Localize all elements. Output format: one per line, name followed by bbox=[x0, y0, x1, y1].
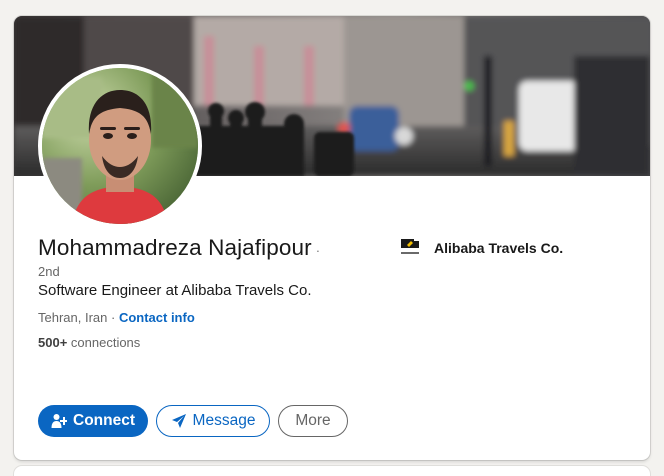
location-row: Tehran, Iran · Contact info bbox=[38, 310, 195, 325]
profile-card: Mohammadreza Najafipour · 2nd Software E… bbox=[14, 16, 650, 460]
profile-actions: Connect Message More bbox=[38, 405, 348, 437]
paper-plane-icon bbox=[171, 413, 187, 429]
contact-info-link[interactable]: Contact info bbox=[119, 310, 195, 325]
profile-location: Tehran, Iran bbox=[38, 310, 108, 325]
alibaba-logo-icon bbox=[398, 236, 422, 260]
connections-number: 500+ bbox=[38, 335, 68, 350]
connection-degree: 2nd bbox=[38, 264, 60, 279]
location-separator: · bbox=[107, 310, 119, 325]
message-label: Message bbox=[192, 412, 256, 429]
connect-button[interactable]: Connect bbox=[38, 405, 148, 437]
connections-count[interactable]: 500+ connections bbox=[38, 335, 140, 350]
message-button[interactable]: Message bbox=[156, 405, 270, 437]
profile-avatar[interactable] bbox=[38, 64, 202, 228]
profile-name: Mohammadreza Najafipour bbox=[38, 235, 312, 260]
more-label: More bbox=[295, 412, 331, 429]
current-company[interactable]: Alibaba Travels Co. bbox=[398, 236, 563, 260]
name-separator: · bbox=[315, 243, 321, 258]
more-button[interactable]: More bbox=[278, 405, 348, 437]
name-row: Mohammadreza Najafipour · bbox=[38, 235, 320, 261]
connect-label: Connect bbox=[73, 412, 135, 429]
connections-label: connections bbox=[67, 335, 141, 350]
person-add-icon bbox=[51, 413, 67, 429]
company-name: Alibaba Travels Co. bbox=[434, 240, 564, 256]
next-card-edge bbox=[14, 466, 650, 476]
profile-headline: Software Engineer at Alibaba Travels Co. bbox=[38, 282, 312, 299]
